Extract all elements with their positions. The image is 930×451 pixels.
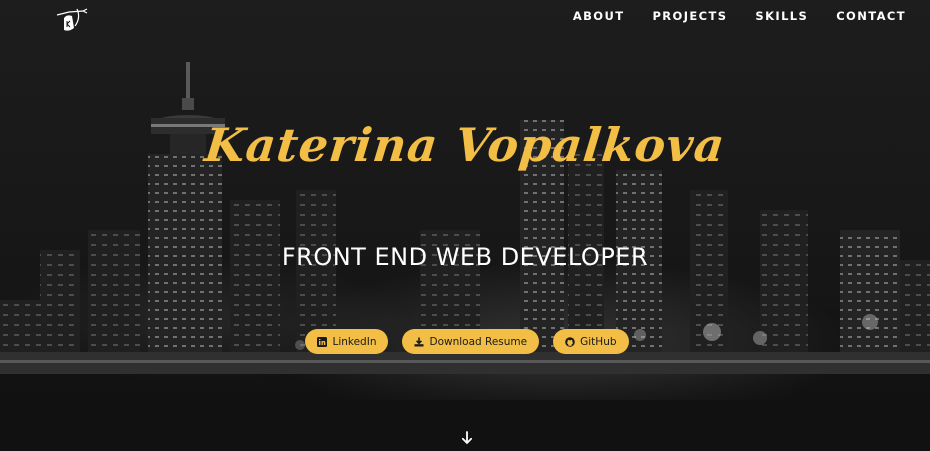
hero-section: ABOUT PROJECTS SKILLS CONTACT Katerina V… <box>0 0 930 451</box>
nav-link-skills[interactable]: SKILLS <box>755 9 808 23</box>
hero-buttons: LinkedIn Download Resume GitHub <box>0 329 930 354</box>
hero-title: FRONT END WEB DEVELOPER <box>281 243 649 271</box>
linkedin-button[interactable]: LinkedIn <box>305 329 389 354</box>
github-icon <box>565 336 575 347</box>
linkedin-icon <box>317 336 328 347</box>
top-navigation: ABOUT PROJECTS SKILLS CONTACT <box>0 0 930 34</box>
github-button-label: GitHub <box>580 335 617 348</box>
archer-k-logo-icon[interactable] <box>53 6 89 34</box>
github-button[interactable]: GitHub <box>553 329 629 354</box>
linkedin-button-label: LinkedIn <box>332 335 377 348</box>
nav-link-projects[interactable]: PROJECTS <box>652 9 727 23</box>
nav-links: ABOUT PROJECTS SKILLS CONTACT <box>545 9 906 23</box>
download-resume-button[interactable]: Download Resume <box>402 329 540 354</box>
nav-link-about[interactable]: ABOUT <box>573 9 625 23</box>
download-icon <box>414 337 424 346</box>
hero-name: Katerina Vopalkova <box>202 118 728 172</box>
arrow-down-icon[interactable] <box>461 431 473 445</box>
city-skyline-background <box>0 62 930 451</box>
download-resume-button-label: Download Resume <box>429 335 528 348</box>
nav-link-contact[interactable]: CONTACT <box>836 9 906 23</box>
